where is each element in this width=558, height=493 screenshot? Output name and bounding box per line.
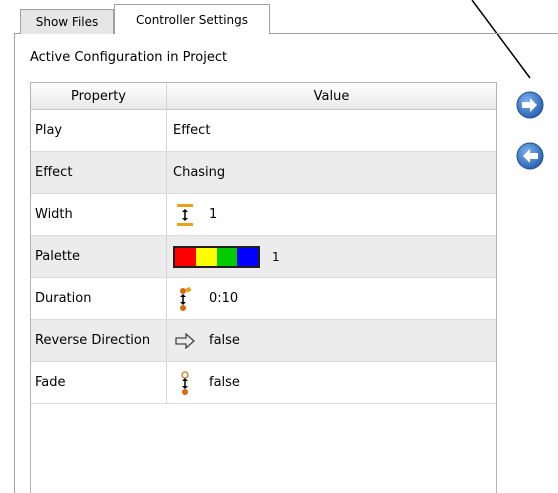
fade-icon xyxy=(173,370,197,395)
move-left-button[interactable] xyxy=(516,142,544,170)
value-text: Chasing xyxy=(173,165,226,180)
property-name: Palette xyxy=(31,236,167,277)
property-grid: Property Value Play Effect Effect Chasin… xyxy=(30,82,497,493)
property-value[interactable]: false xyxy=(167,362,496,403)
property-name: Fade xyxy=(31,362,167,403)
property-name: Reverse Direction xyxy=(31,320,167,361)
property-value[interactable]: Effect xyxy=(167,110,496,151)
duration-icon xyxy=(173,286,197,311)
property-value[interactable]: false xyxy=(167,320,496,361)
property-name: Width xyxy=(31,194,167,235)
arrow-left-circle-icon xyxy=(516,142,544,170)
property-value[interactable]: 1 xyxy=(167,236,496,277)
table-row[interactable]: Palette 1 xyxy=(31,236,496,278)
grid-header: Property Value xyxy=(31,83,496,110)
move-right-button[interactable] xyxy=(516,91,544,119)
arrow-right-outline-icon xyxy=(173,329,197,353)
swatch-green xyxy=(216,247,238,266)
panel-border xyxy=(14,33,15,493)
tab-label: Controller Settings xyxy=(135,12,249,27)
arrow-right-circle-icon xyxy=(516,91,544,119)
property-value[interactable]: 0:10 xyxy=(167,278,496,319)
tab-controller-settings[interactable]: Controller Settings xyxy=(114,4,270,34)
table-row[interactable]: Width 1 xyxy=(31,194,496,236)
tab-label: Show Files xyxy=(35,15,99,29)
swatch-yellow xyxy=(195,247,217,266)
property-value[interactable]: Chasing xyxy=(167,152,496,193)
swatch-red xyxy=(175,247,196,266)
column-header-property[interactable]: Property xyxy=(31,83,167,109)
section-title: Active Configuration in Project xyxy=(30,50,228,65)
table-row[interactable]: Play Effect xyxy=(31,110,496,152)
value-text: false xyxy=(209,333,240,348)
table-row[interactable]: Fade false xyxy=(31,362,496,404)
property-value[interactable]: 1 xyxy=(167,194,496,235)
value-text: false xyxy=(209,375,240,390)
tab-strip-line-right xyxy=(270,33,558,34)
swatch-blue xyxy=(237,247,258,266)
property-name: Duration xyxy=(31,278,167,319)
tab-show-files[interactable]: Show Files xyxy=(20,9,114,34)
width-icon xyxy=(173,203,197,227)
property-name: Play xyxy=(31,110,167,151)
table-row[interactable]: Reverse Direction false xyxy=(31,320,496,362)
value-text: 1 xyxy=(272,249,280,264)
table-row[interactable]: Duration 0:10 xyxy=(31,278,496,320)
value-text: 1 xyxy=(209,207,218,222)
table-row[interactable]: Effect Chasing xyxy=(31,152,496,194)
value-text: 0:10 xyxy=(209,291,239,306)
column-header-value[interactable]: Value xyxy=(167,83,496,109)
value-text: Effect xyxy=(173,123,211,138)
property-name: Effect xyxy=(31,152,167,193)
palette-swatch xyxy=(173,245,260,268)
